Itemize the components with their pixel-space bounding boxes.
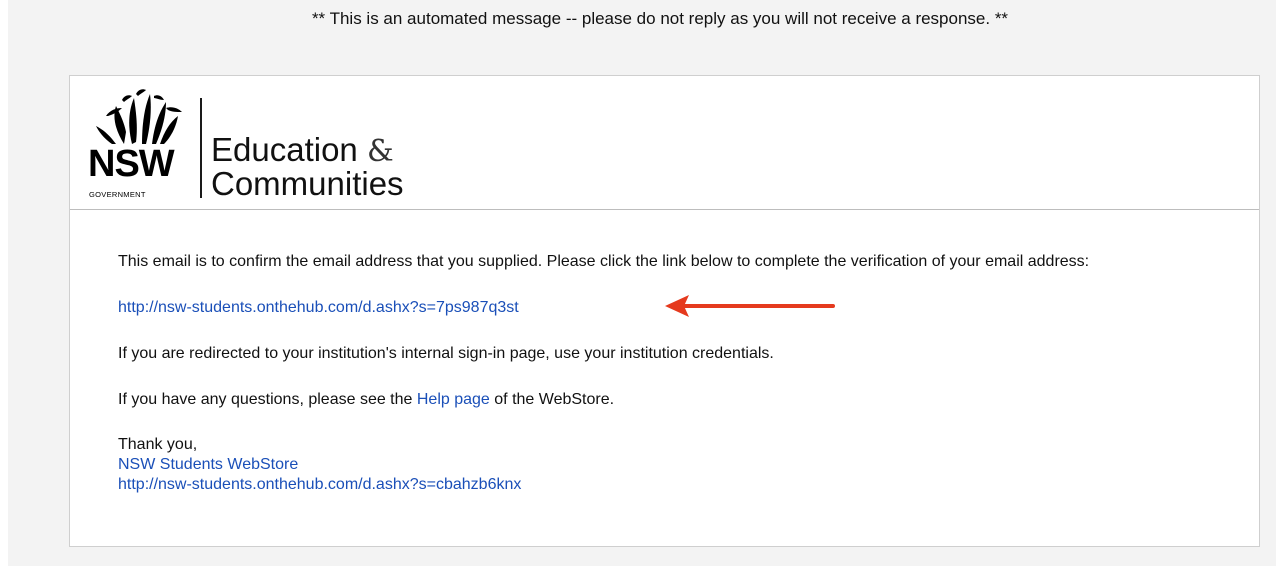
verify-url-row: http://nsw-students.onthehub.com/d.ashx?… xyxy=(118,295,1218,318)
logo-nsw-text: NSW xyxy=(88,143,175,185)
email-viewer-background: ** This is an automated message -- pleas… xyxy=(8,0,1276,566)
redirect-note: If you are redirected to your institutio… xyxy=(118,345,774,362)
red-arrow-icon xyxy=(665,295,835,317)
intro-text: This email is to confirm the email addre… xyxy=(118,253,1090,270)
department-title-education: Education xyxy=(211,131,358,168)
automated-notice: ** This is an automated message -- pleas… xyxy=(311,9,1009,28)
logo-divider xyxy=(200,98,202,198)
logo-government-text: GOVERNMENT xyxy=(89,190,146,199)
signoff: Thank you, NSW Students WebStore http://… xyxy=(118,435,1218,495)
questions-prefix: If you have any questions, please see th… xyxy=(118,391,417,408)
email-body: This email is to confirm the email addre… xyxy=(118,251,1218,495)
store-name-link[interactable]: NSW Students WebStore xyxy=(118,456,298,473)
department-title-ampersand: & xyxy=(366,134,394,169)
help-page-link[interactable]: Help page xyxy=(417,391,490,408)
department-title-line2: Communities xyxy=(211,165,404,202)
email-card: NSW GOVERNMENT Education & Communities T… xyxy=(69,75,1260,547)
questions-text: If you have any questions, please see th… xyxy=(118,389,1218,410)
thanks-text: Thank you, xyxy=(118,436,198,453)
store-url-link[interactable]: http://nsw-students.onthehub.com/d.ashx?… xyxy=(118,476,521,493)
questions-suffix: of the WebStore. xyxy=(489,391,615,408)
verify-link[interactable]: http://nsw-students.onthehub.com/d.ashx?… xyxy=(118,299,519,316)
email-header: NSW GOVERNMENT Education & Communities xyxy=(70,76,1259,210)
nsw-government-logo: NSW GOVERNMENT xyxy=(86,86,198,200)
waratah-logo-icon xyxy=(96,89,182,144)
department-title-line1: Education & xyxy=(211,133,394,167)
